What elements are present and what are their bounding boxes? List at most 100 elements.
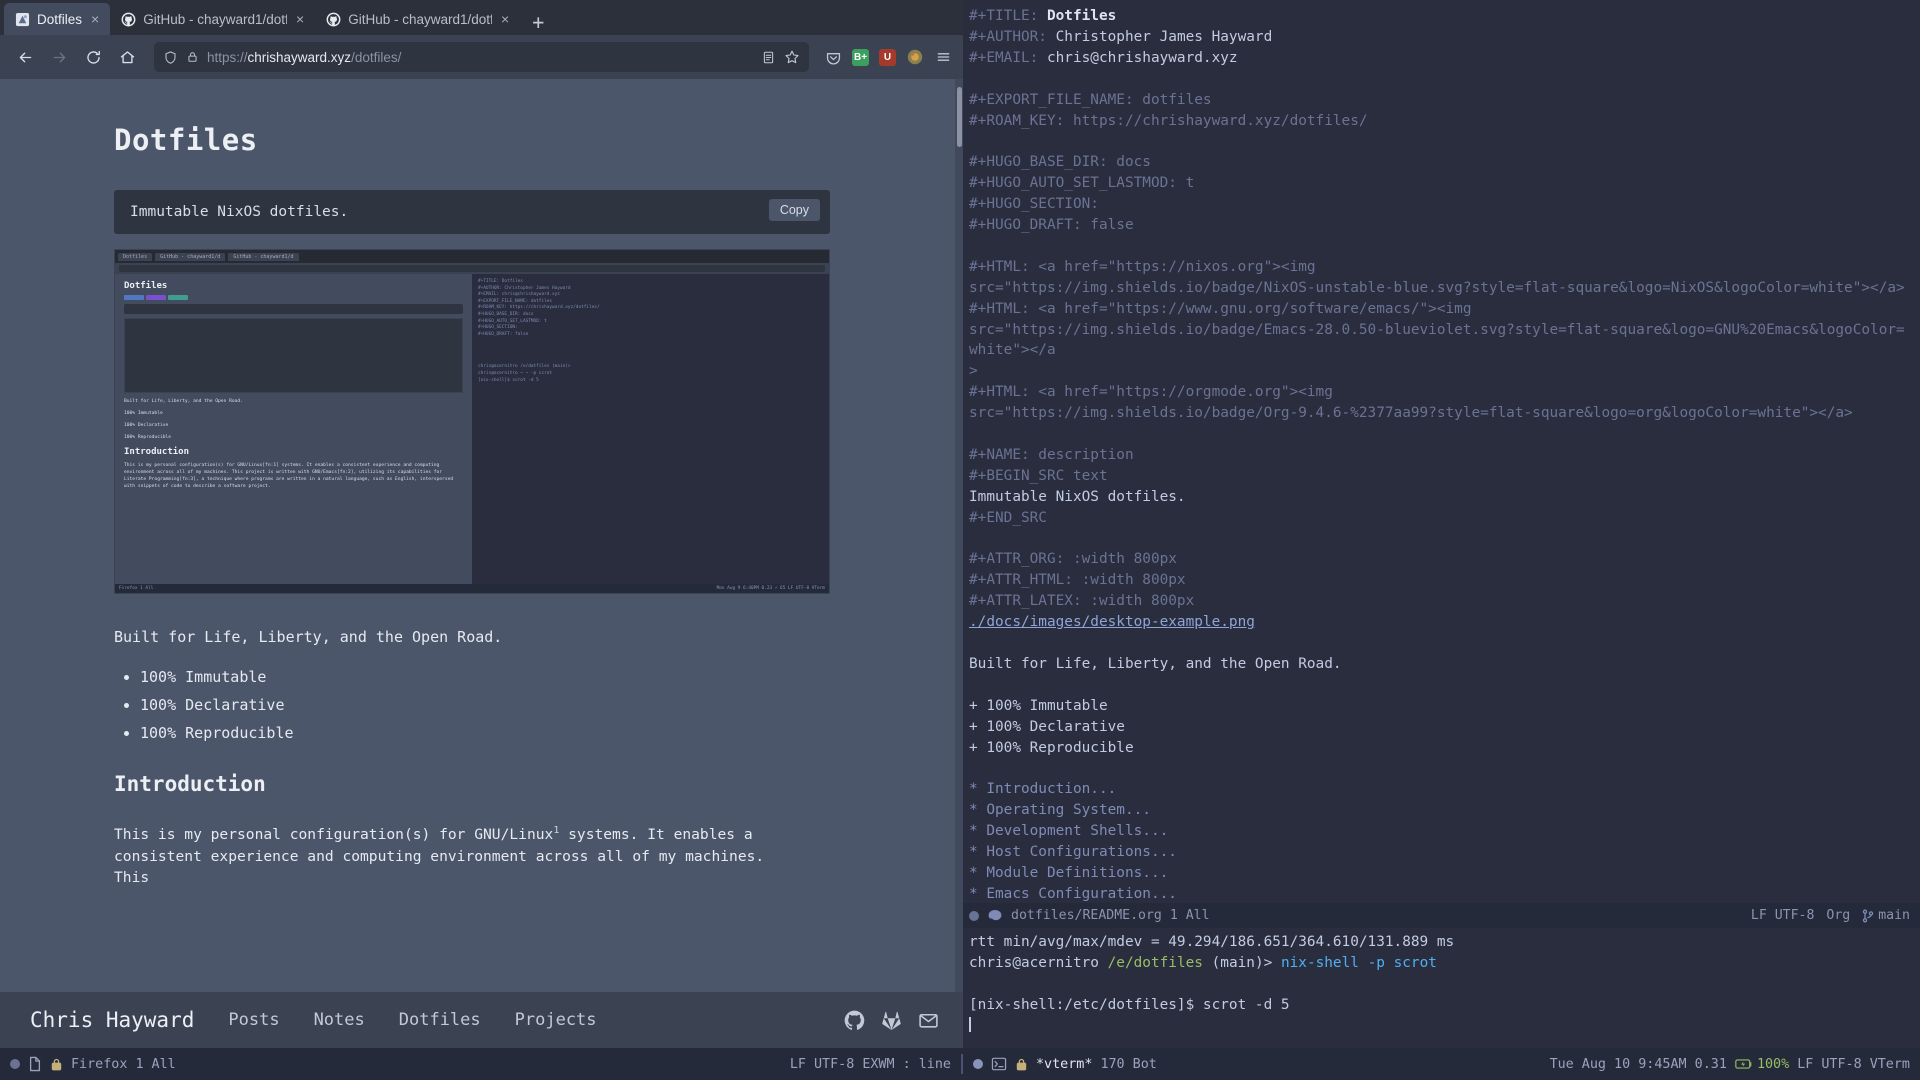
org-blank-line (969, 759, 1910, 780)
mini-screenshot-render: Dotfiles GitHub - chayward1/d GitHub - c… (115, 250, 829, 593)
page-scrollbar[interactable] (955, 79, 963, 1048)
home-icon (120, 50, 134, 63)
tab-close-icon[interactable]: × (294, 12, 306, 26)
scrollbar-thumb[interactable] (957, 87, 962, 147)
org-keyword-value: chris@chrishayward.xyz (1038, 49, 1238, 66)
browser-tab-label: GitHub - chayward1/dotfi (348, 11, 493, 27)
org-keyword-line: #+TITLE: Dotfiles (969, 6, 1910, 27)
site-footer: Chris Hayward Posts Notes Dotfiles Proje… (0, 992, 963, 1048)
org-heading[interactable]: * Introduction... (969, 779, 1910, 800)
org-keyword-line: src="https://img.shields.io/badge/NixOS-… (969, 279, 1905, 296)
vterm-prompt-user: chris@acernitro (969, 954, 1099, 971)
modeline-right: LF UTF-8 Org main (1751, 908, 1910, 923)
page-body: Dotfiles Immutable NixOS dotfiles. Copy … (0, 79, 849, 889)
hamburger-menu-icon[interactable] (934, 49, 953, 65)
browser-tab-label: GitHub - chayward1/dotfi (143, 11, 288, 27)
padlock-icon[interactable] (186, 50, 199, 64)
org-heading[interactable]: * Host Configurations... (969, 842, 1910, 863)
home-button[interactable] (112, 42, 142, 72)
mini-badges (124, 295, 463, 300)
nav-link-dotfiles[interactable]: Dotfiles (399, 1010, 481, 1030)
org-link[interactable]: ./docs/images/desktop-example.png (969, 612, 1910, 633)
browser-tab-1[interactable]: GitHub - chayward1/dotfi × (110, 3, 315, 35)
browser-tab-2[interactable]: GitHub - chayward1/dotfi × (315, 3, 520, 35)
mini-status-right: Mon Aug 9 6:40PM 0.23 ⚡ 65 LF UTF-8 VTer… (716, 586, 825, 591)
mini-section: Introduction (124, 447, 190, 457)
nav-link-posts[interactable]: Posts (228, 1010, 279, 1030)
workspace-dot-icon (973, 1059, 983, 1069)
feature-item: 100% Immutable (140, 668, 849, 686)
mini-org-line-9: #+HUGO_SECTION: (478, 325, 518, 331)
org-keyword-line: #+HTML: <a href="https://www.gnu.org/sof… (969, 300, 1472, 317)
browser-tab-0[interactable]: Dotfiles × (4, 3, 111, 35)
org-keyword-line: #+ATTR_ORG: :width 800px (969, 551, 1177, 568)
page-title: Dotfiles (114, 123, 258, 157)
vterm-ping-output: rtt min/avg/max/mdev = 49.294/186.651/36… (969, 934, 1455, 950)
reader-mode-icon[interactable] (761, 50, 776, 65)
new-tab-button[interactable]: + (520, 12, 556, 35)
nav-link-projects[interactable]: Projects (515, 1010, 597, 1030)
status-encoding: LF UTF-8 (1797, 1056, 1862, 1072)
firefox-window: Dotfiles × GitHub - chayward1/dotfi × Gi… (0, 0, 963, 1048)
org-keyword-line: src="https://img.shields.io/badge/Emacs-… (969, 321, 1905, 359)
tab-close-icon[interactable]: × (499, 12, 511, 26)
shield-icon[interactable] (163, 50, 178, 65)
org-mode-buffer[interactable]: #+TITLE: Dotfiles #+AUTHOR: Christopher J… (963, 0, 1920, 903)
vterm-cursor-line (969, 1016, 1910, 1037)
org-blank-line (969, 131, 1910, 152)
org-heading[interactable]: * Module Definitions... (969, 863, 1910, 884)
org-keyword-line: #+AUTHOR: Christopher James Hayward (969, 27, 1910, 48)
firefox-tab-strip: Dotfiles × GitHub - chayward1/dotfi × Gi… (0, 0, 963, 35)
intro-paragraph: This is my personal configuration(s) for… (114, 824, 784, 889)
mini-org-line-7: #+HUGO_BASE_DIR: docs (478, 311, 534, 317)
mini-org-line-2: #+EMAIL: chris@chrishayward.xyz (478, 292, 560, 298)
github-icon[interactable] (844, 1010, 865, 1031)
org-blank-line (969, 424, 1910, 445)
pocket-icon[interactable] (825, 49, 842, 66)
feature-list: 100% Immutable 100% Declarative 100% Rep… (140, 668, 849, 742)
org-keyword: #+EMAIL: (969, 49, 1039, 66)
mini-status-left: Firefox 1 All (119, 586, 154, 591)
workspace-dot-icon (10, 1059, 20, 1069)
org-keyword-line: #+ROAM_KEY: https://chrishayward.xyz/dot… (969, 112, 1368, 129)
mini-org-line-10: #+HUGO_DRAFT: false (478, 331, 529, 337)
vterm-shell-prompt: [nix-shell:/etc/dotfiles]$ (969, 996, 1195, 1013)
vterm-blank-line (969, 974, 1910, 995)
org-keyword: #+TITLE: (969, 8, 1039, 24)
status-buffer-position: 170 Bot (1100, 1056, 1157, 1072)
vterm-buffer[interactable]: rtt min/avg/max/mdev = 49.294/186.651/36… (963, 928, 1920, 1048)
mail-icon[interactable] (918, 1010, 939, 1031)
extension-circle-icon[interactable] (906, 48, 924, 66)
org-blank-line (969, 675, 1910, 696)
emacs-window: #+TITLE: Dotfiles #+AUTHOR: Christopher J… (963, 0, 1920, 1048)
status-major-mode: VTerm (1869, 1056, 1910, 1072)
dotfiles-favicon-icon (15, 12, 30, 26)
mini-feature-0: 100% Immutable (124, 411, 163, 416)
tab-close-icon[interactable]: × (89, 12, 101, 26)
org-keyword-line: #+HUGO_SECTION: (969, 196, 1099, 213)
ublock-badge[interactable]: U (879, 48, 896, 66)
org-keyword-line: #+HTML: <a href="https://nixos.org"><img (969, 258, 1316, 275)
org-keyword-line: #+HUGO_AUTO_SET_LASTMOD: t (969, 175, 1195, 192)
org-heading[interactable]: * Operating System... (969, 800, 1910, 821)
reload-button[interactable] (78, 42, 108, 72)
site-brand[interactable]: Chris Hayward (30, 1008, 194, 1032)
page-tagline: Built for Life, Liberty, and the Open Ro… (114, 628, 503, 646)
url-bar[interactable]: https://chrishayward.xyz/dotfiles/ (154, 42, 809, 72)
status-major-mode: EXWM : line (862, 1056, 951, 1072)
org-heading[interactable]: * Emacs Configuration... (969, 884, 1910, 903)
forward-button[interactable] (44, 42, 74, 72)
arrow-left-icon (19, 52, 31, 62)
back-button[interactable] (10, 42, 40, 72)
bitwarden-badge[interactable]: B+ (852, 48, 869, 66)
bookmark-star-icon[interactable] (784, 49, 800, 65)
org-heading[interactable]: * Development Shells... (969, 821, 1910, 842)
nav-link-notes[interactable]: Notes (314, 1010, 365, 1030)
copy-button[interactable]: Copy (768, 199, 820, 221)
mini-inner-image (124, 318, 463, 393)
org-blank-line (969, 529, 1910, 550)
gitlab-icon[interactable] (881, 1010, 902, 1031)
org-blank-line (969, 69, 1910, 90)
org-keyword-line: #+HUGO_DRAFT: false (969, 217, 1134, 234)
mini-tab-strip: Dotfiles GitHub - chayward1/d GitHub - c… (115, 250, 829, 263)
